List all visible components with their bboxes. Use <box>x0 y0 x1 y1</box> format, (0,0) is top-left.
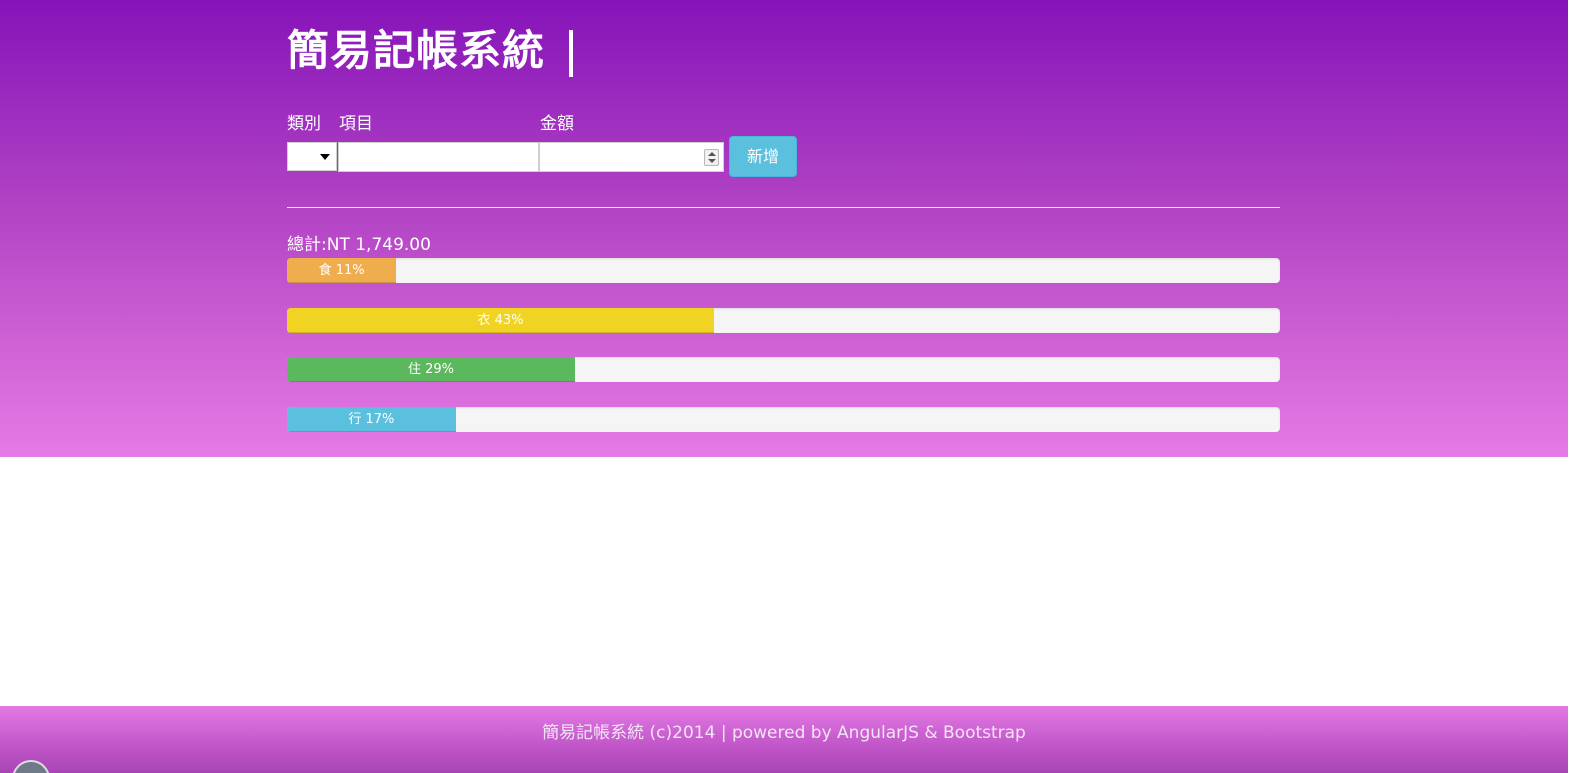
amount-label: 金額 <box>540 114 574 134</box>
amount-input[interactable] <box>539 142 724 172</box>
header-banner: 簡易記帳系統 類別 項目 金額 新增 總計:NT 1,749.00 食 11% … <box>0 0 1568 457</box>
progress-housing: 住 29% <box>287 357 1280 382</box>
category-select[interactable] <box>287 142 337 171</box>
title-cursor <box>569 30 573 77</box>
progress-bar-clothing: 衣 43% <box>287 308 714 333</box>
item-input[interactable] <box>338 142 539 172</box>
spinner-up-icon[interactable] <box>708 152 716 156</box>
scrollbar-track <box>1568 0 1579 773</box>
progress-bar-food: 食 11% <box>287 258 397 283</box>
progress-transport: 行 17% <box>287 407 1280 432</box>
footer-text: 簡易記帳系統 (c)2014 | powered by AngularJS & … <box>542 723 1026 743</box>
item-label: 項目 <box>339 114 373 134</box>
category-label: 類別 <box>287 114 321 134</box>
amount-spinner[interactable] <box>704 149 719 166</box>
spinner-down-icon[interactable] <box>708 159 716 163</box>
page-title: 簡易記帳系統 <box>287 26 546 75</box>
progress-food: 食 11% <box>287 258 1280 283</box>
divider <box>287 207 1280 208</box>
chevron-down-icon <box>320 154 330 160</box>
progress-bar-housing: 住 29% <box>287 357 575 382</box>
progress-bar-transport: 行 17% <box>287 407 456 432</box>
progress-clothing: 衣 43% <box>287 308 1280 333</box>
total-amount: 總計:NT 1,749.00 <box>287 235 431 255</box>
footer: 簡易記帳系統 (c)2014 | powered by AngularJS & … <box>0 706 1568 773</box>
add-button[interactable]: 新增 <box>729 136 797 177</box>
